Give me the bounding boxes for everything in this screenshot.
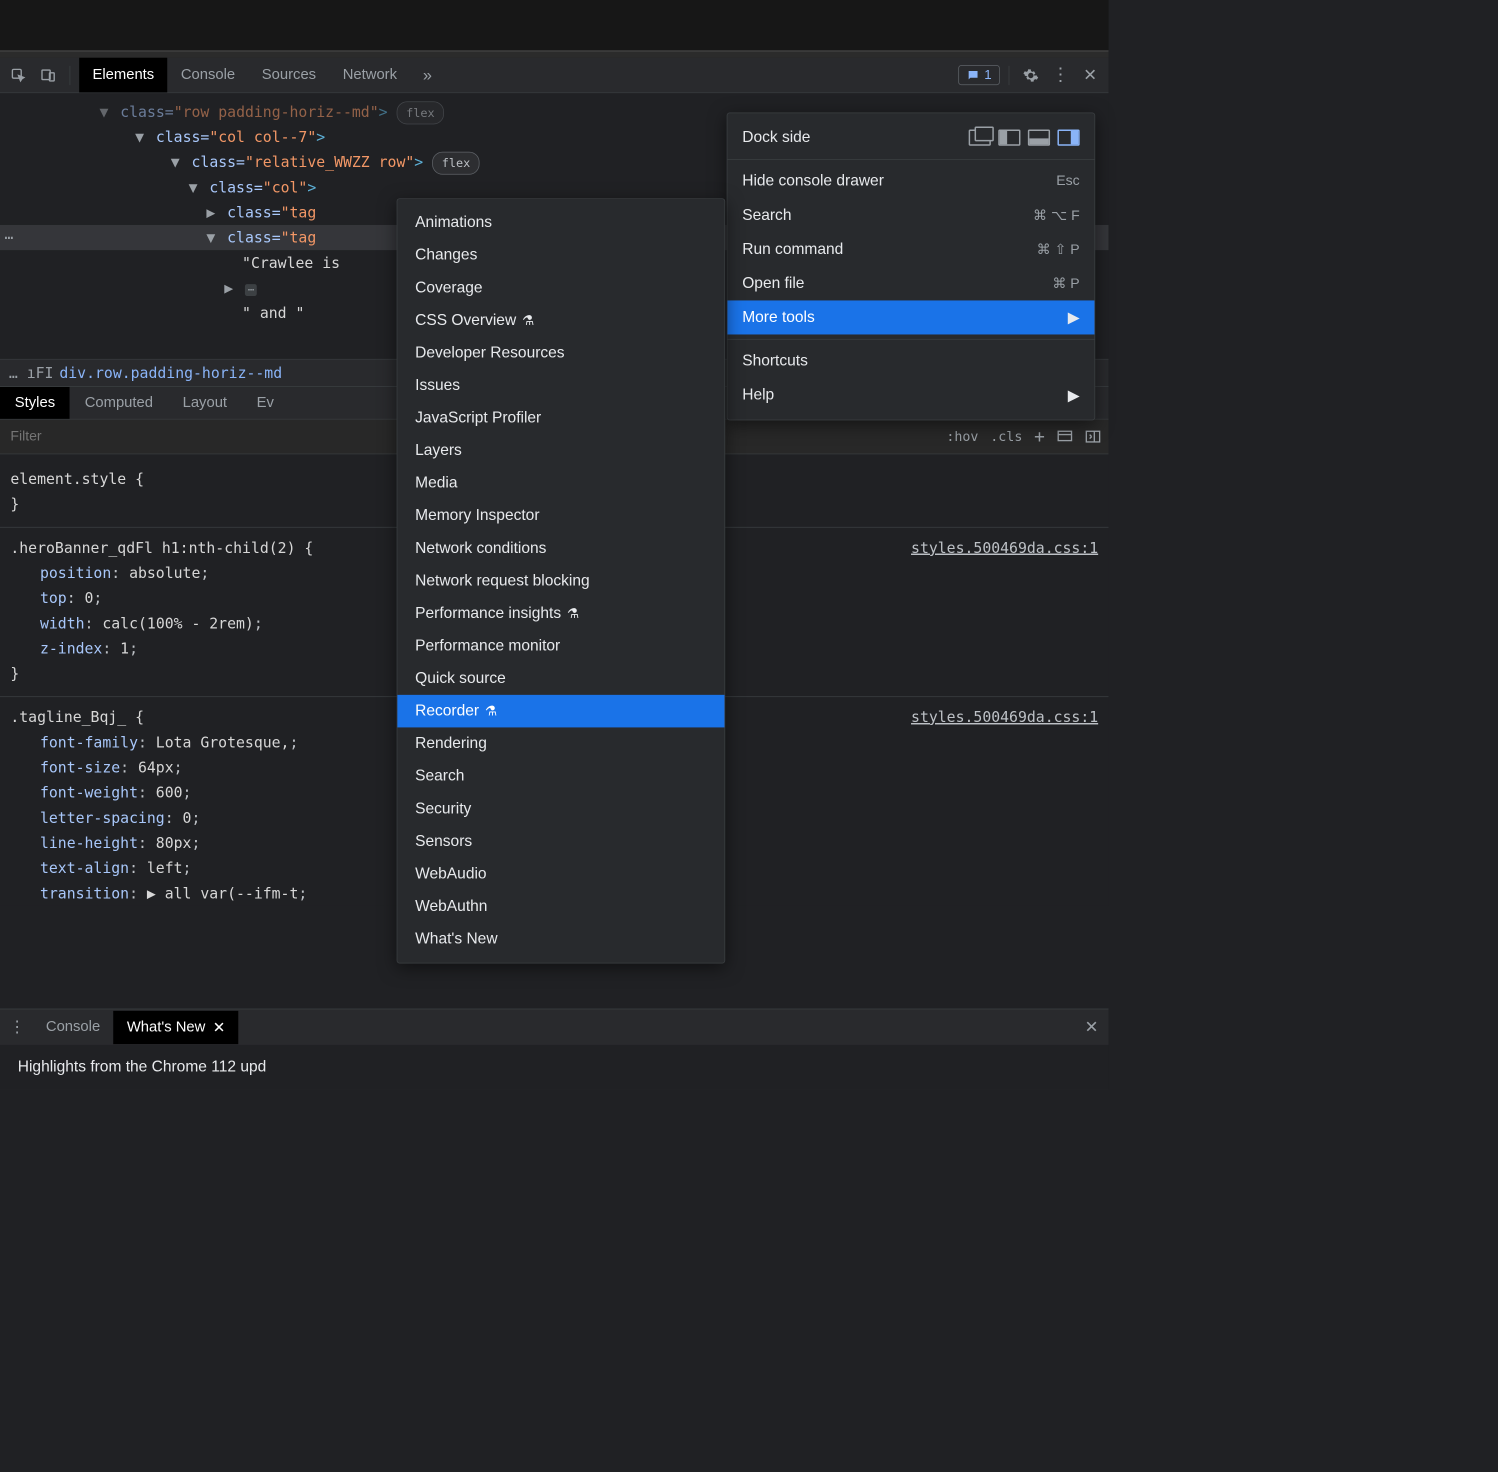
experiment-flask-icon: ⚗ [522,313,534,329]
computed-toggle-icon[interactable] [1085,430,1101,443]
more-tools-item-animations[interactable]: Animations [397,206,724,239]
new-style-rule-button[interactable]: + [1034,426,1045,447]
more-tools-item-changes[interactable]: Changes [397,239,724,272]
more-tools-item-performance-insights[interactable]: Performance insights⚗ [397,597,724,630]
drawer-tab-console[interactable]: Console [33,1010,114,1043]
more-tools-item-coverage[interactable]: Coverage [397,272,724,305]
close-devtools-icon[interactable]: ✕ [1077,63,1102,88]
menu-item-search[interactable]: Search⌘ ⌥ F [727,198,1094,232]
more-tools-item-memory-inspector[interactable]: Memory Inspector [397,500,724,533]
drawer-close-icon[interactable]: ✕ [1079,1018,1104,1037]
kebab-menu-icon[interactable]: ⋮ [1048,63,1073,88]
source-link[interactable]: styles.500469da.css:1 [911,535,1098,560]
panel-layout-icon[interactable] [1057,430,1073,443]
dock-side-label: Dock side [742,129,958,147]
inspect-element-icon[interactable] [6,63,31,88]
messages-count: 1 [984,67,991,83]
separator [1009,65,1010,84]
more-tools-item-webauthn[interactable]: WebAuthn [397,890,724,923]
drawer-kebab-icon[interactable]: ⋮ [4,1018,29,1037]
device-toolbar-icon[interactable] [36,63,61,88]
main-menu: Dock side Hide console drawerEscSearch⌘ … [727,112,1096,420]
more-tools-item-recorder[interactable]: Recorder⚗ [397,695,724,728]
subtab-styles[interactable]: Styles [0,387,70,419]
menu-divider [727,159,1094,160]
cls-toggle[interactable]: .cls [990,429,1022,445]
more-tools-item-layers[interactable]: Layers [397,434,724,467]
menu-item-shortcuts[interactable]: Shortcuts [727,344,1094,378]
close-icon[interactable]: ✕ [213,1018,225,1037]
more-tools-item-network-conditions[interactable]: Network conditions [397,532,724,565]
more-tools-item-search[interactable]: Search [397,760,724,793]
more-tools-item-javascript-profiler[interactable]: JavaScript Profiler [397,402,724,435]
more-tools-item-network-request-blocking[interactable]: Network request blocking [397,565,724,598]
hov-toggle[interactable]: :hov [946,429,978,445]
more-tools-submenu: AnimationsChangesCoverageCSS Overview⚗De… [397,198,726,963]
chrome-top-strip [0,0,1109,52]
dock-right-icon[interactable] [1057,130,1079,146]
tab-strip: ElementsConsoleSourcesNetwork [79,58,410,93]
more-tools-item-media[interactable]: Media [397,467,724,500]
dock-bottom-icon[interactable] [1028,130,1050,146]
menu-divider [727,339,1094,340]
source-link[interactable]: styles.500469da.css:1 [911,704,1098,729]
more-tools-item-security[interactable]: Security [397,793,724,826]
more-tools-item-performance-monitor[interactable]: Performance monitor [397,630,724,663]
experiment-flask-icon: ⚗ [485,703,497,719]
more-tools-item-quick-source[interactable]: Quick source [397,662,724,695]
more-tools-item-rendering[interactable]: Rendering [397,727,724,760]
more-tools-item-webaudio[interactable]: WebAudio [397,858,724,891]
menu-item-more-tools[interactable]: More tools▶ [727,300,1094,334]
menu-item-run-command[interactable]: Run command⌘ ⇧ P [727,232,1094,266]
breadcrumb-prefix: … ıFI [9,364,54,382]
more-tools-item-sensors[interactable]: Sensors [397,825,724,858]
more-tools-item-css-overview[interactable]: CSS Overview⚗ [397,304,724,337]
dock-side-row: Dock side [727,121,1094,155]
more-tabs-chevron-icon[interactable]: » [415,63,440,88]
settings-gear-icon[interactable] [1018,63,1043,88]
menu-item-hide-console-drawer[interactable]: Hide console drawerEsc [727,164,1094,198]
drawer-tab-what-s-new[interactable]: What's New✕ [114,1010,239,1043]
drawer-tabstrip: ⋮ ConsoleWhat's New✕ ✕ [0,1009,1109,1045]
more-tools-item-developer-resources[interactable]: Developer Resources [397,337,724,370]
more-tools-item-issues[interactable]: Issues [397,369,724,402]
separator [70,65,71,84]
subtab-computed[interactable]: Computed [70,387,168,419]
whats-new-highlights: Highlights from the Chrome 112 upd [18,1058,266,1075]
more-tools-item-what-s-new[interactable]: What's New [397,923,724,956]
breadcrumb-selected[interactable]: div.row.padding-horiz--md [59,364,282,382]
tab-network[interactable]: Network [329,58,410,93]
subtab-ev[interactable]: Ev [242,387,289,419]
subtab-layout[interactable]: Layout [168,387,242,419]
tab-console[interactable]: Console [168,58,249,93]
messages-badge[interactable]: 1 [958,65,999,85]
drawer-body: Highlights from the Chrome 112 upd [0,1045,1109,1089]
dock-undock-icon[interactable] [969,130,991,146]
tab-elements[interactable]: Elements [79,58,167,93]
menu-item-help[interactable]: Help▶ [727,378,1094,412]
devtools-tabbar: ElementsConsoleSourcesNetwork » 1 ⋮ ✕ [0,58,1109,94]
dock-left-icon[interactable] [998,130,1020,146]
tab-sources[interactable]: Sources [248,58,329,93]
menu-item-open-file[interactable]: Open file⌘ P [727,266,1094,300]
experiment-flask-icon: ⚗ [567,606,579,622]
drawer: ⋮ ConsoleWhat's New✕ ✕ Highlights from t… [0,1009,1109,1090]
